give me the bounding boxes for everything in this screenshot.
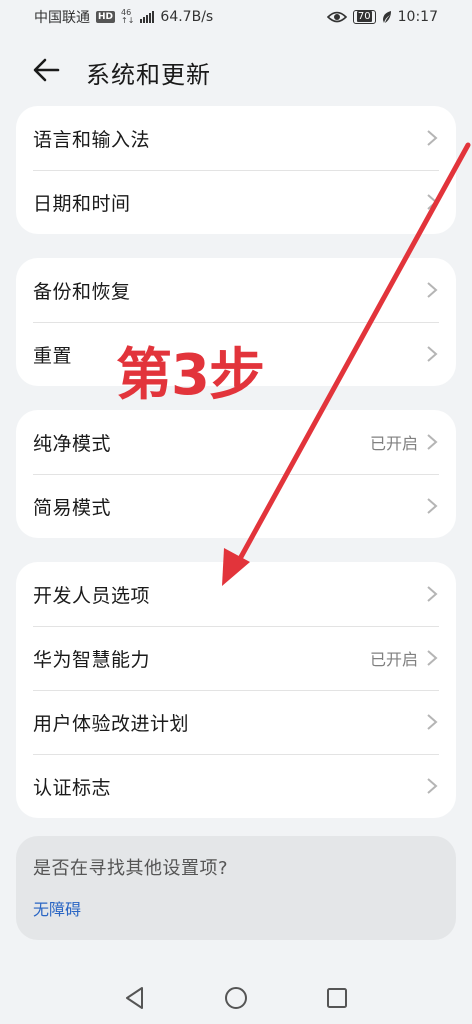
network-speed: 64.7B/s bbox=[160, 9, 214, 25]
row-certification-logos[interactable]: 认证标志 bbox=[16, 754, 456, 818]
clock: 10:17 bbox=[397, 9, 438, 25]
row-label: 用户体验改进计划 bbox=[33, 712, 190, 735]
row-huawei-intelligence[interactable]: 华为智慧能力 已开启 bbox=[16, 626, 456, 690]
back-arrow-icon[interactable] bbox=[30, 54, 62, 86]
chevron-right-icon bbox=[427, 194, 438, 210]
back-triangle-icon[interactable] bbox=[122, 985, 148, 1011]
network-activity: ↑↓ bbox=[121, 16, 135, 25]
status-left: 中国联通 HD 46 ↑↓ 64.7B/s bbox=[34, 7, 213, 27]
page-title: 系统和更新 bbox=[86, 61, 211, 89]
row-backup-restore[interactable]: 备份和恢复 bbox=[16, 258, 456, 322]
status-bar: 中国联通 HD 46 ↑↓ 64.7B/s 70 10:17 bbox=[0, 0, 472, 34]
row-label: 认证标志 bbox=[33, 776, 112, 799]
row-status-value: 已开启 bbox=[369, 650, 418, 669]
battery-level: 70 bbox=[356, 11, 372, 22]
row-simple-mode[interactable]: 简易模式 bbox=[16, 474, 456, 538]
row-status-value: 已开启 bbox=[369, 434, 418, 453]
home-circle-icon[interactable] bbox=[223, 985, 249, 1011]
step-annotation-label: 第3步 bbox=[116, 343, 265, 408]
settings-group-developer: 开发人员选项 华为智慧能力 已开启 用户体验改进计划 认证标志 bbox=[16, 562, 456, 818]
row-label: 简易模式 bbox=[33, 496, 112, 519]
charging-leaf-icon bbox=[382, 11, 391, 23]
row-pure-mode[interactable]: 纯净模式 已开启 bbox=[16, 410, 456, 474]
chevron-right-icon bbox=[427, 346, 438, 362]
carrier-name: 中国联通 bbox=[34, 10, 90, 26]
row-label: 日期和时间 bbox=[33, 192, 131, 215]
help-title: 是否在寻找其他设置项? bbox=[33, 858, 229, 879]
chevron-right-icon bbox=[427, 434, 438, 450]
status-right: 70 10:17 bbox=[326, 9, 438, 25]
row-label: 语言和输入法 bbox=[33, 128, 151, 151]
header: 系统和更新 bbox=[0, 48, 472, 92]
row-label: 纯净模式 bbox=[33, 432, 112, 455]
eye-comfort-icon bbox=[326, 11, 347, 23]
row-label: 备份和恢复 bbox=[33, 280, 131, 303]
row-language-input[interactable]: 语言和输入法 bbox=[16, 106, 456, 170]
chevron-right-icon bbox=[427, 130, 438, 146]
chevron-right-icon bbox=[427, 586, 438, 602]
hd-badge: HD bbox=[96, 11, 116, 23]
network-type: 46 ↑↓ bbox=[121, 9, 134, 25]
row-label: 华为智慧能力 bbox=[33, 648, 151, 671]
row-label: 开发人员选项 bbox=[33, 584, 151, 607]
row-date-time[interactable]: 日期和时间 bbox=[16, 170, 456, 234]
chevron-right-icon bbox=[427, 282, 438, 298]
row-user-experience-program[interactable]: 用户体验改进计划 bbox=[16, 690, 456, 754]
chevron-right-icon bbox=[427, 650, 438, 666]
settings-group-language-time: 语言和输入法 日期和时间 bbox=[16, 106, 456, 234]
chevron-right-icon bbox=[427, 714, 438, 730]
row-developer-options[interactable]: 开发人员选项 bbox=[16, 562, 456, 626]
help-card: 是否在寻找其他设置项? 无障碍 bbox=[16, 836, 456, 940]
chevron-right-icon bbox=[427, 498, 438, 514]
recents-square-icon[interactable] bbox=[324, 985, 350, 1011]
navigation-bar bbox=[0, 970, 472, 1024]
battery-icon: 70 bbox=[352, 10, 376, 24]
accessibility-link[interactable]: 无障碍 bbox=[33, 896, 81, 920]
chevron-right-icon bbox=[427, 778, 438, 794]
settings-group-modes: 纯净模式 已开启 简易模式 bbox=[16, 410, 456, 538]
signal-icon bbox=[140, 11, 155, 23]
